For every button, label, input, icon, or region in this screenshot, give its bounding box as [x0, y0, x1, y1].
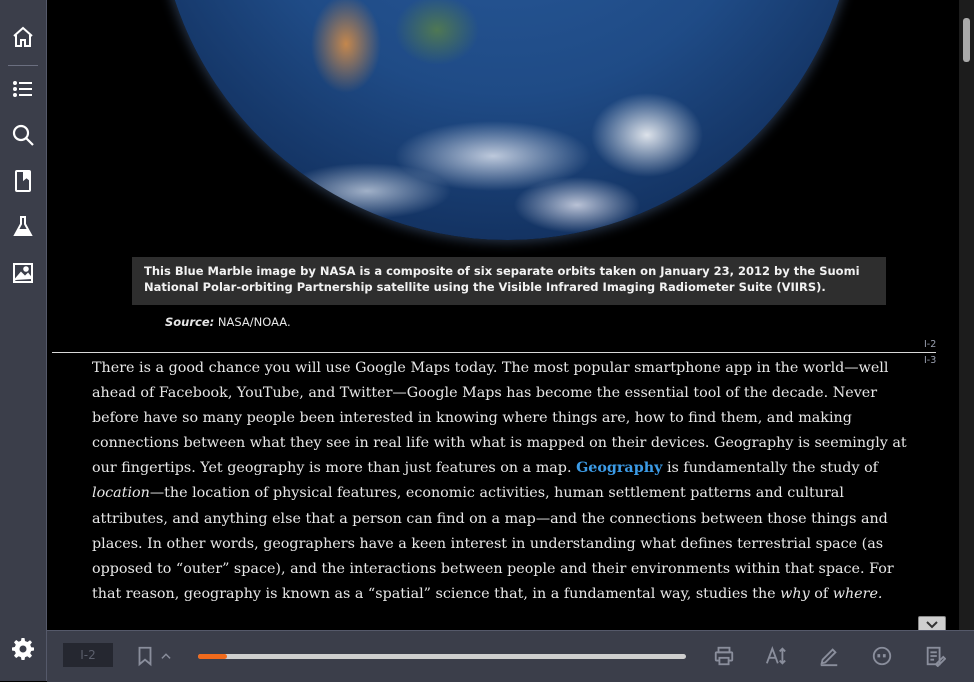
chevron-down-icon	[926, 621, 938, 629]
highlighter-button[interactable]	[817, 644, 841, 668]
reading-progress-fill	[198, 654, 228, 659]
bookmark-icon	[138, 646, 152, 667]
sidebar-divider	[8, 65, 38, 66]
search-icon	[12, 124, 34, 146]
bookmark-page-icon	[15, 170, 31, 192]
section-divider	[52, 352, 936, 353]
source-label: Source:	[165, 315, 215, 329]
page-number-input[interactable]: I-2	[63, 643, 113, 667]
bookmark-button[interactable]	[133, 644, 157, 668]
quote-icon	[872, 646, 892, 666]
italic-text: location	[92, 485, 150, 502]
image-gallery-button[interactable]	[0, 251, 46, 295]
scrollbar-thumb[interactable]	[963, 18, 970, 62]
quote-button[interactable]	[870, 644, 894, 668]
reading-progress-bar[interactable]	[198, 654, 686, 659]
notes-button[interactable]	[923, 644, 947, 668]
bookmark-menu-button[interactable]	[155, 644, 177, 668]
source-value: NASA/NOAA.	[217, 315, 291, 329]
image-gallery-icon	[13, 263, 33, 283]
blue-marble-image	[157, 0, 857, 240]
gear-icon	[12, 638, 34, 660]
paragraph-text: of	[809, 585, 833, 602]
table-of-contents-button[interactable]	[0, 67, 46, 111]
page-marker: I-3	[924, 355, 937, 366]
paragraph-text: is fundamentally the study of	[662, 460, 878, 477]
body-paragraph: There is a good chance you will use Goog…	[92, 356, 922, 607]
italic-text: where.	[832, 585, 883, 602]
home-icon	[13, 26, 33, 47]
glossary-term-link[interactable]: Geography	[576, 460, 662, 476]
paragraph-text: There is a good chance you will use Goog…	[92, 360, 907, 477]
bottom-toolbar: I-2	[47, 630, 974, 682]
text-size-button[interactable]	[764, 644, 788, 668]
settings-button[interactable]	[0, 627, 46, 671]
flask-icon	[13, 216, 33, 236]
lab-button[interactable]	[0, 205, 46, 249]
search-button[interactable]	[0, 113, 46, 157]
bookmark-page-button[interactable]	[0, 159, 46, 203]
paragraph-text: —the location of physical features, econ…	[92, 485, 894, 602]
scrollbar[interactable]	[959, 0, 974, 630]
chevron-up-icon	[161, 653, 171, 659]
highlighter-icon	[820, 648, 838, 667]
figure-source: Source: NASA/NOAA.	[165, 315, 291, 329]
reading-pane: This Blue Marble image by NASA is a comp…	[47, 0, 959, 630]
left-sidebar	[0, 0, 47, 681]
italic-text: why	[780, 585, 810, 602]
print-icon	[714, 646, 734, 666]
table-of-contents-icon	[13, 81, 32, 97]
home-button[interactable]	[0, 15, 46, 59]
page-marker: I-2	[924, 339, 937, 350]
notes-icon	[926, 646, 946, 667]
print-button[interactable]	[712, 644, 736, 668]
text-size-icon	[765, 646, 786, 665]
figure-caption: This Blue Marble image by NASA is a comp…	[132, 257, 886, 305]
